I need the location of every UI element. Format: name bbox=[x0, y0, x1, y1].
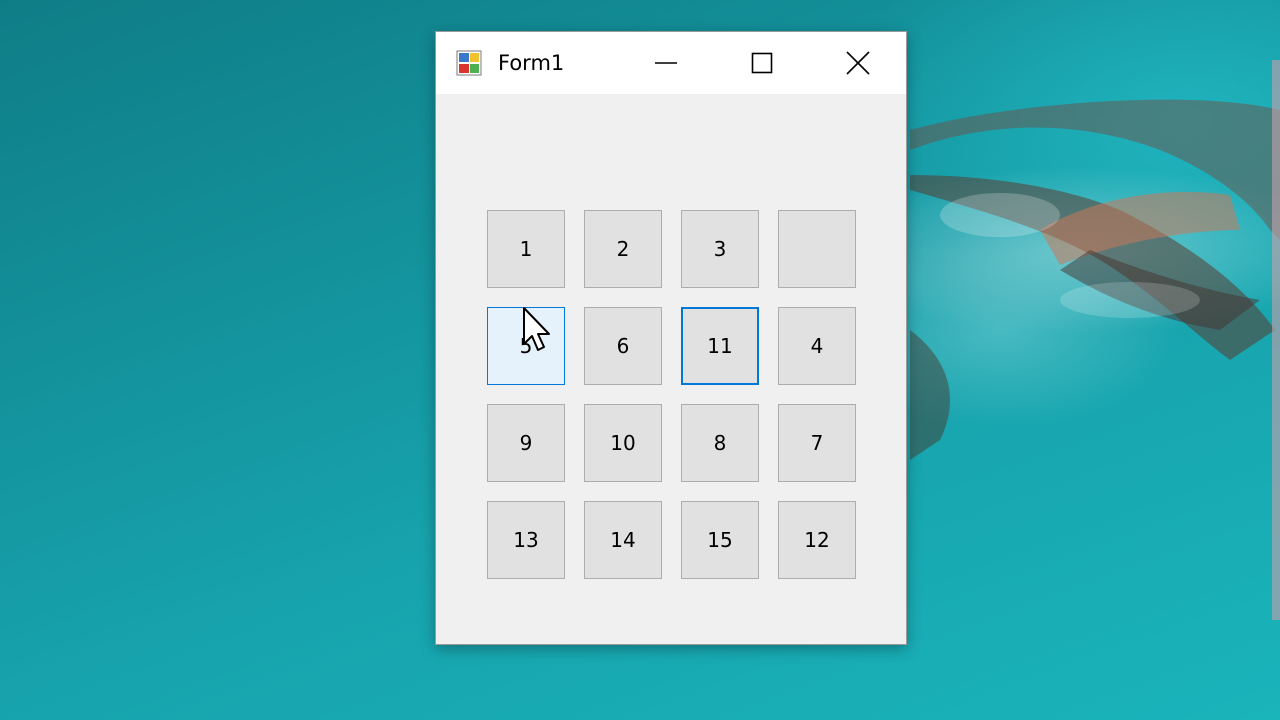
puzzle-tile-hovered[interactable]: 5 bbox=[487, 307, 565, 385]
puzzle-tile[interactable]: 7 bbox=[778, 404, 856, 482]
form1-window: Form1 1 2 3 5 6 11 4 9 10 8 7 13 14 15 1… bbox=[436, 32, 906, 644]
puzzle-tile-empty[interactable] bbox=[778, 210, 856, 288]
puzzle-tile[interactable]: 12 bbox=[778, 501, 856, 579]
winforms-app-icon bbox=[456, 50, 482, 76]
maximize-icon bbox=[751, 52, 773, 74]
puzzle-tile[interactable]: 6 bbox=[584, 307, 662, 385]
maximize-button[interactable] bbox=[714, 32, 810, 94]
puzzle-tile[interactable]: 1 bbox=[487, 210, 565, 288]
puzzle-tile[interactable]: 2 bbox=[584, 210, 662, 288]
title-bar[interactable]: Form1 bbox=[436, 32, 906, 94]
form-client-area: 1 2 3 5 6 11 4 9 10 8 7 13 14 15 12 bbox=[436, 94, 906, 644]
window-title: Form1 bbox=[498, 51, 565, 75]
minimize-icon bbox=[655, 62, 677, 64]
puzzle-tile-focused[interactable]: 11 bbox=[681, 307, 759, 385]
close-button[interactable] bbox=[810, 32, 906, 94]
puzzle-tile[interactable]: 13 bbox=[487, 501, 565, 579]
desktop-background: Form1 1 2 3 5 6 11 4 9 10 8 7 13 14 15 1… bbox=[0, 0, 1280, 720]
puzzle-tile[interactable]: 9 bbox=[487, 404, 565, 482]
puzzle-tile[interactable]: 3 bbox=[681, 210, 759, 288]
puzzle-tile[interactable]: 14 bbox=[584, 501, 662, 579]
puzzle-tile[interactable]: 15 bbox=[681, 501, 759, 579]
minimize-button[interactable] bbox=[618, 32, 714, 94]
puzzle-tile[interactable]: 8 bbox=[681, 404, 759, 482]
puzzle-tile[interactable]: 10 bbox=[584, 404, 662, 482]
close-icon bbox=[846, 51, 870, 75]
puzzle-tile[interactable]: 4 bbox=[778, 307, 856, 385]
